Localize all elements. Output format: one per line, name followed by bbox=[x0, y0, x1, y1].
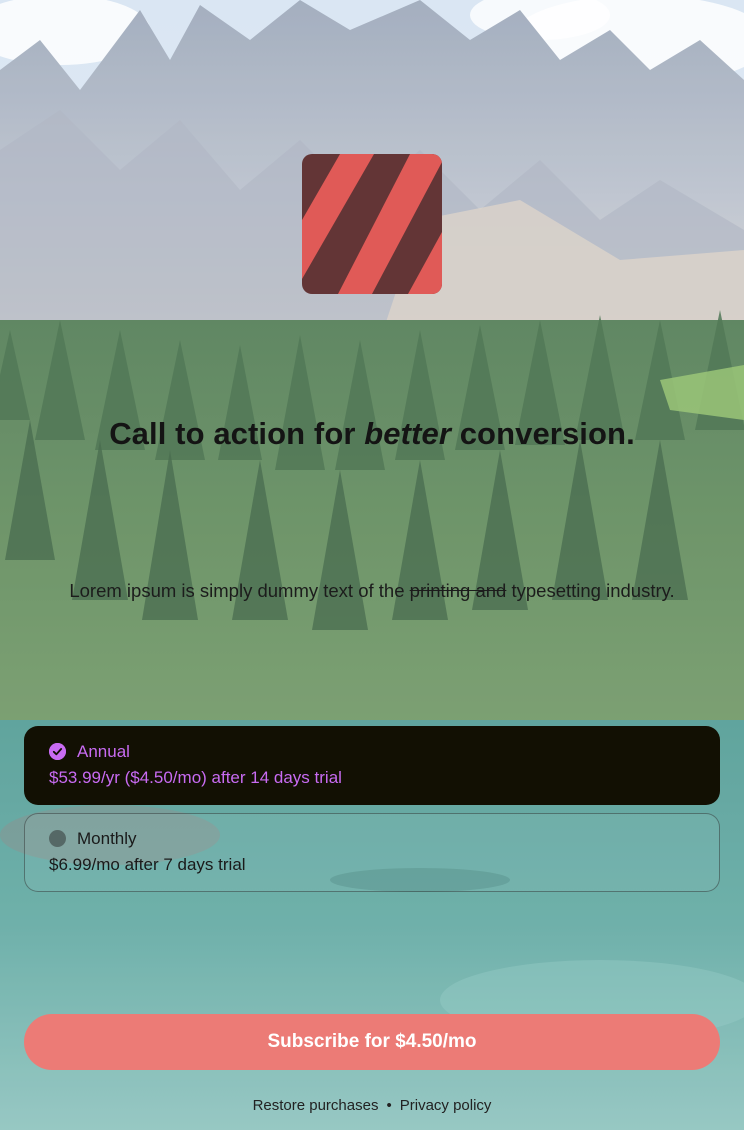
plan-option-monthly[interactable]: Monthly $6.99/mo after 7 days trial bbox=[24, 813, 720, 892]
plan-option-annual[interactable]: Annual $53.99/yr ($4.50/mo) after 14 day… bbox=[24, 726, 720, 805]
plan-title: Monthly bbox=[77, 829, 137, 848]
description: Lorem ipsum is simply dummy text of the … bbox=[0, 580, 744, 602]
description-text: Lorem ipsum is simply dummy text of the bbox=[69, 580, 410, 601]
footer-links: Restore purchases • Privacy policy bbox=[0, 1097, 744, 1114]
plan-price: $53.99/yr ($4.50/mo) after 14 days trial bbox=[49, 768, 342, 787]
plan-price: $6.99/mo after 7 days trial bbox=[49, 855, 246, 874]
privacy-policy-link[interactable]: Privacy policy bbox=[400, 1097, 492, 1114]
headline-text-end: conversion. bbox=[451, 416, 635, 451]
description-strikethrough: printing and bbox=[409, 580, 507, 601]
plan-title: Annual bbox=[77, 742, 130, 761]
check-circle-icon bbox=[49, 743, 66, 760]
striped-logo-icon bbox=[302, 154, 442, 294]
headline: Call to action for better conversion. bbox=[0, 416, 744, 452]
description-text-end: typesetting industry. bbox=[506, 580, 675, 601]
headline-text: Call to action for bbox=[109, 416, 365, 451]
footer-separator: • bbox=[386, 1097, 392, 1114]
restore-purchases-link[interactable]: Restore purchases bbox=[253, 1097, 379, 1114]
headline-emphasis: better bbox=[364, 416, 451, 451]
subscribe-button[interactable]: Subscribe for $4.50/mo bbox=[24, 1014, 720, 1070]
empty-radio-icon bbox=[49, 830, 66, 847]
